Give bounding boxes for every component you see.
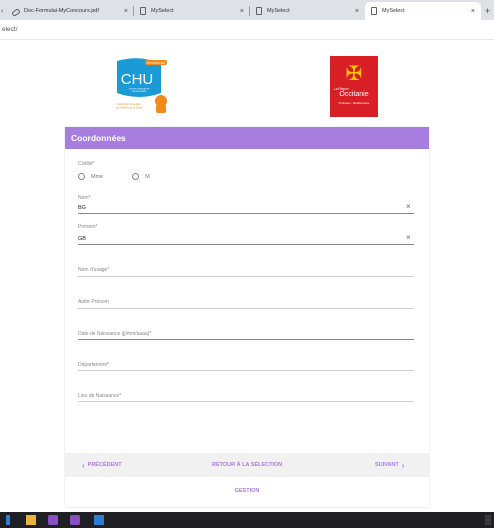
- chevron-left-icon: ‹: [82, 460, 85, 470]
- taskbar: [0, 512, 494, 528]
- tab-title: MySelect: [382, 8, 405, 14]
- nom-usage-underline: [78, 276, 414, 277]
- address-text: elect/: [2, 26, 18, 33]
- previous-label: PRÉCÉDENT: [87, 462, 122, 468]
- occitan-cross-icon: ✠: [345, 61, 363, 85]
- previous-button[interactable]: ‹ PRÉCÉDENT: [79, 453, 122, 477]
- autre-prenom-underline: [78, 308, 414, 309]
- next-button[interactable]: SUIVANT ›: [375, 453, 407, 477]
- svg-text:UNIVERSITAIRE: UNIVERSITAIRE: [132, 90, 147, 93]
- date-naissance-field[interactable]: Date de Naissance (jj/mm/aaaa)*: [78, 331, 151, 337]
- departement-field[interactable]: Département*: [78, 362, 109, 368]
- back-label: RETOUR À LA SÉLECTION: [212, 462, 283, 468]
- back-to-selection-button[interactable]: RETOUR À LA SÉLECTION: [212, 453, 282, 477]
- prenom-underline: [78, 244, 414, 245]
- gestion-link[interactable]: GESTION: [65, 488, 429, 494]
- page: MONTPELLIER CHU CENTRE HOSPITALIER UNIVE…: [0, 40, 494, 512]
- address-bar[interactable]: elect/: [0, 20, 494, 40]
- prenom-input[interactable]: GB: [78, 236, 86, 242]
- region-name: Occitanie: [339, 91, 369, 98]
- form-navigation: ‹ PRÉCÉDENT RETOUR À LA SÉLECTION SUIVAN…: [65, 453, 429, 477]
- chu-logo: MONTPELLIER CHU CENTRE HOSPITALIER UNIVE…: [115, 58, 167, 113]
- nom-usage-field[interactable]: Nom d'usage*: [78, 267, 109, 273]
- prenom-label: Prénom*: [78, 224, 98, 230]
- nom-input[interactable]: BG: [78, 205, 86, 211]
- card-title: Coordonnées: [65, 127, 429, 149]
- tab-title: Doc-Formulai-MyConcours.pdf: [24, 8, 99, 14]
- tab-myselect-2[interactable]: MySelect ×: [250, 2, 365, 20]
- svg-text:aux Métiers de la Santé: aux Métiers de la Santé: [115, 106, 143, 110]
- browser-tab-strip: ‹ Doc-Formulai-MyConcours.pdf × MySelect…: [0, 0, 494, 20]
- new-tab-button[interactable]: +: [485, 2, 490, 20]
- autre-prenom-field[interactable]: Autre Prénom: [78, 299, 109, 305]
- tab-pdf[interactable]: Doc-Formulai-MyConcours.pdf ×: [6, 2, 134, 20]
- tab-myselect-active[interactable]: MySelect ×: [365, 2, 481, 20]
- nom-underline: [78, 213, 414, 214]
- app-icon[interactable]: [48, 515, 58, 525]
- page-icon: [140, 7, 146, 15]
- occitanie-logo: ✠ La Région Occitanie Pyrénées - Méditer…: [330, 56, 378, 117]
- radio-circle-icon[interactable]: [78, 173, 85, 180]
- next-label: SUIVANT: [375, 462, 399, 468]
- departement-underline: [78, 370, 414, 371]
- clear-prenom-icon[interactable]: ×: [406, 233, 411, 242]
- tab-myselect-1[interactable]: MySelect ×: [134, 2, 250, 20]
- svg-text:Institut de Formation: Institut de Formation: [117, 102, 141, 106]
- radio-option-mme[interactable]: Mme: [78, 173, 103, 180]
- tab-title: MySelect: [151, 8, 174, 14]
- chu-text: CHU: [121, 71, 154, 88]
- tray-icon[interactable]: [485, 515, 491, 525]
- link-icon: [12, 8, 19, 15]
- nom-label: Nom*: [78, 195, 91, 201]
- civilite-label: Civilité*: [78, 161, 95, 167]
- file-explorer-icon[interactable]: [26, 515, 36, 525]
- close-icon[interactable]: ×: [465, 8, 475, 15]
- lieu-naissance-underline: [78, 401, 414, 402]
- tab-title: MySelect: [267, 8, 290, 14]
- close-icon[interactable]: ×: [349, 8, 359, 15]
- radio-option-m[interactable]: M: [132, 173, 150, 180]
- civilite-radio-group: Mme M: [78, 173, 179, 180]
- coordonnees-card: Coordonnées Civilité* Mme M Nom* BG × Pr…: [65, 127, 429, 507]
- chevron-right-icon: ›: [401, 460, 405, 470]
- page-icon: [256, 7, 262, 15]
- region-subtitle: Pyrénées - Méditerranée: [338, 101, 370, 105]
- page-icon: [371, 7, 377, 15]
- clear-nom-icon[interactable]: ×: [406, 202, 411, 211]
- start-icon[interactable]: [6, 515, 10, 525]
- chu-tag: MONTPELLIER: [147, 61, 165, 65]
- lieu-naissance-field[interactable]: Lieu de Naissance*: [78, 393, 121, 399]
- radio-label: M: [145, 173, 150, 180]
- close-icon[interactable]: ×: [118, 8, 128, 15]
- radio-circle-icon[interactable]: [132, 173, 140, 180]
- date-naissance-underline: [78, 339, 414, 340]
- radio-label: Mme: [91, 173, 104, 180]
- app-icon-2[interactable]: [70, 515, 80, 525]
- close-icon[interactable]: ×: [234, 8, 244, 15]
- app-icon-3[interactable]: [94, 515, 104, 525]
